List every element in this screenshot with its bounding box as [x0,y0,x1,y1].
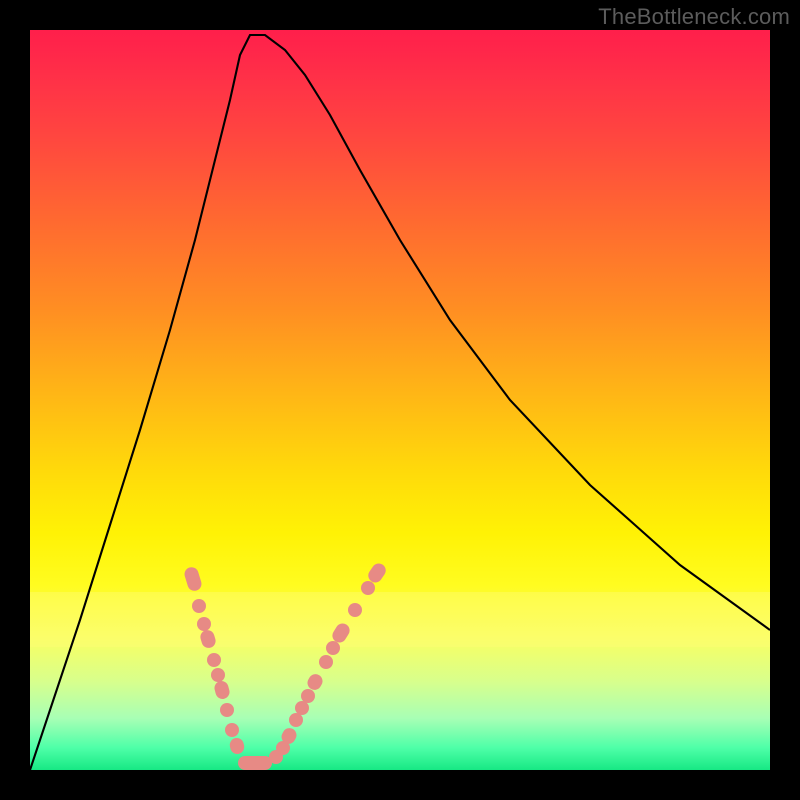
data-pill [228,737,245,756]
data-pill [213,679,231,700]
plot-area [30,30,770,770]
data-dot [348,603,362,617]
data-dot [289,713,303,727]
data-dot [319,655,333,669]
data-dot [197,617,211,631]
data-dot [295,701,309,715]
data-dot [361,581,375,595]
watermark-text: TheBottleneck.com [598,4,790,30]
data-pill [199,628,218,649]
data-dot [225,723,239,737]
data-dot [326,641,340,655]
curve-group [30,35,770,770]
data-dot [301,689,315,703]
data-dot [192,599,206,613]
data-dot [211,668,225,682]
data-dot [220,703,234,717]
chart-frame: TheBottleneck.com [0,0,800,800]
curve-layer [30,30,770,770]
data-pill [238,756,272,770]
data-dot [207,653,221,667]
marker-group [183,561,389,770]
data-pill [183,565,203,592]
bottleneck-curve [30,35,770,770]
